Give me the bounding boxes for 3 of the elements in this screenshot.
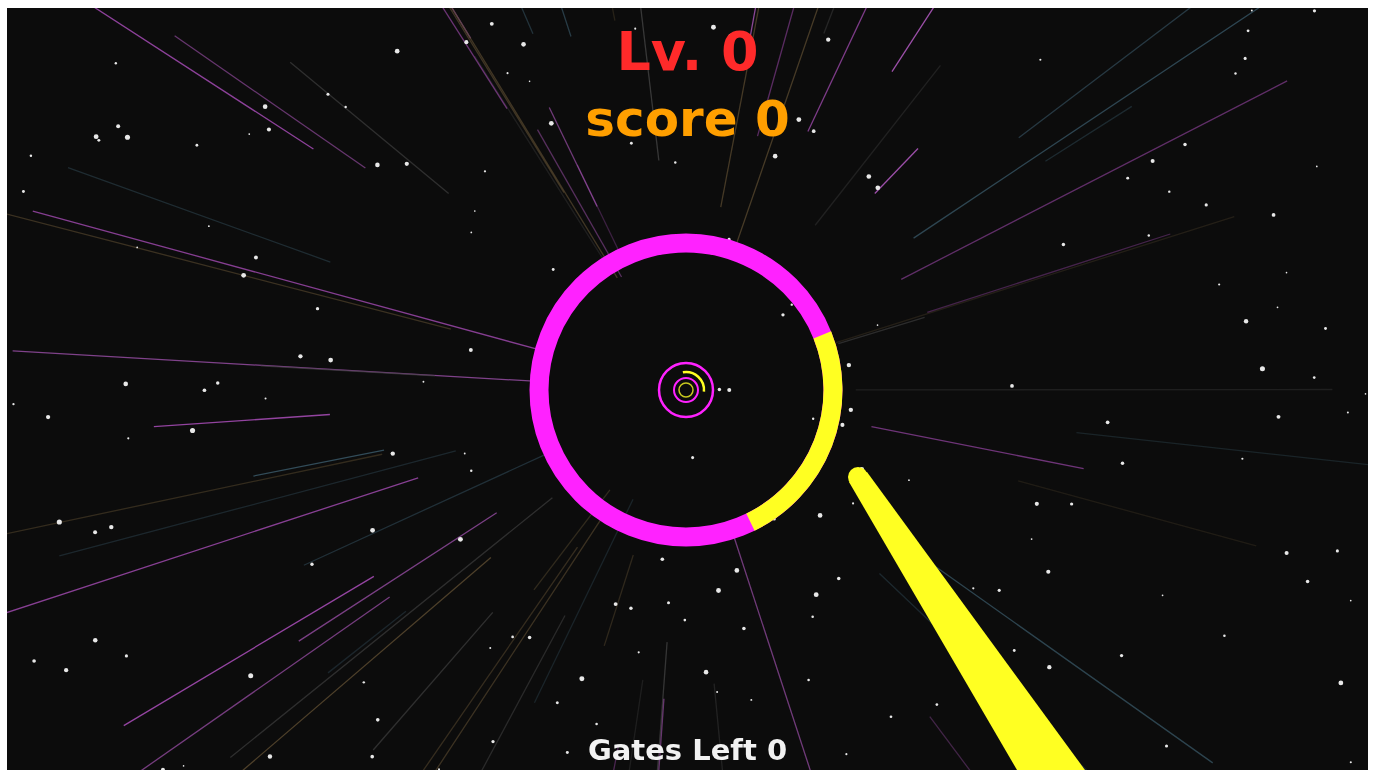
score-label: score 0 — [585, 88, 790, 149]
level-label: Lv. 0 — [616, 20, 759, 85]
gates-left-label: Gates Left 0 — [587, 733, 788, 768]
